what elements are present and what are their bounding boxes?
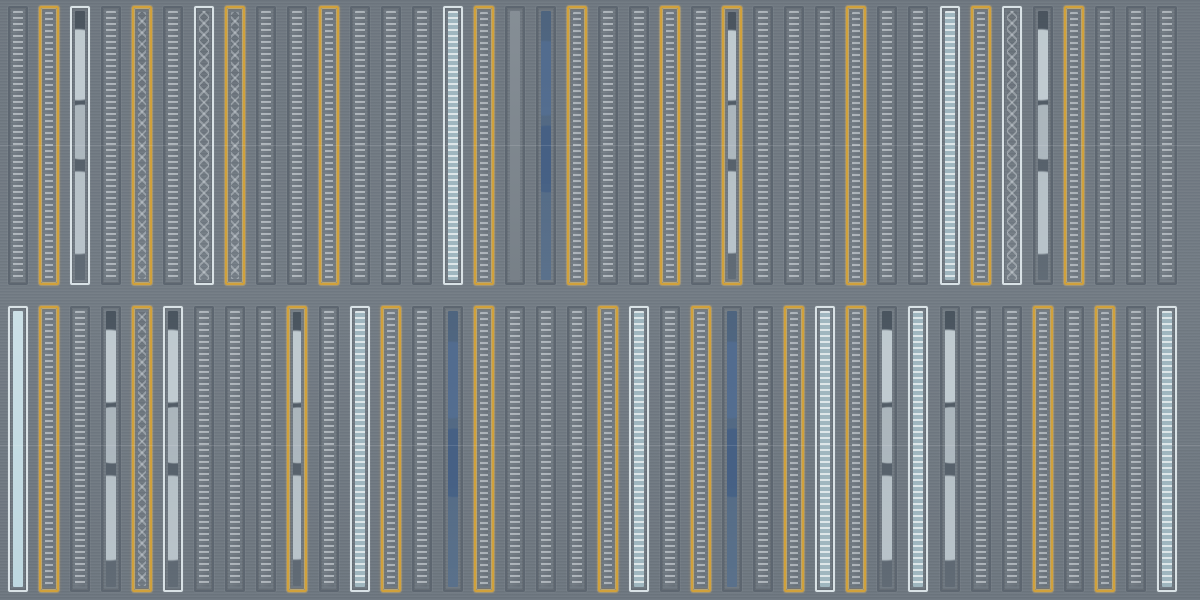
band-divider bbox=[0, 145, 1200, 146]
bottom-band-strip-37 bbox=[1126, 306, 1146, 592]
bottom-band-strip-12 bbox=[350, 306, 370, 592]
bottom-band-strip-5 bbox=[132, 306, 152, 592]
gold-sparkle bbox=[476, 308, 492, 590]
bottom-band-strip-34 bbox=[1033, 306, 1053, 592]
band-divider bbox=[0, 445, 1200, 446]
gold-sparkle bbox=[41, 308, 57, 590]
bottom-band-strip-10 bbox=[287, 306, 307, 592]
gold-sparkle bbox=[383, 308, 399, 590]
bottom-band-strip-29 bbox=[877, 306, 897, 592]
bottom-band-strip-35 bbox=[1064, 306, 1084, 592]
bottom-band-strip-36 bbox=[1095, 306, 1115, 592]
bottom-band-strip-27 bbox=[815, 306, 835, 592]
bottom-band-strip-30 bbox=[908, 306, 928, 592]
gold-sparkle bbox=[134, 308, 150, 590]
bottom-band-strip-26 bbox=[784, 306, 804, 592]
gold-sparkle bbox=[1035, 308, 1051, 590]
gold-sparkle bbox=[600, 308, 616, 590]
bottom-band-strip-3 bbox=[70, 306, 90, 592]
bottom-band-strip-6 bbox=[163, 306, 183, 592]
gold-sparkle bbox=[693, 308, 709, 590]
bottom-band-strip-25 bbox=[753, 306, 773, 592]
gold-sparkle bbox=[289, 308, 305, 590]
bottom-band-strip-20 bbox=[598, 306, 618, 592]
bottom-band-strip-18 bbox=[536, 306, 556, 592]
bottom-band-strip-16 bbox=[474, 306, 494, 592]
bottom-band-strip-28 bbox=[846, 306, 866, 592]
bottom-band-strip-19 bbox=[567, 306, 587, 592]
bottom-band-strip-24 bbox=[722, 306, 742, 592]
decorative-tile bbox=[0, 0, 1200, 600]
bottom-band-strip-22 bbox=[660, 306, 680, 592]
bottom-band-strip-7 bbox=[194, 306, 214, 592]
bottom-band-strip-31 bbox=[940, 306, 960, 592]
bottom-band-strip-4 bbox=[101, 306, 121, 592]
bottom-band-strip-17 bbox=[505, 306, 525, 592]
bottom-band-strip-8 bbox=[225, 306, 245, 592]
bottom-band-strip-33 bbox=[1002, 306, 1022, 592]
bottom-band-strip-11 bbox=[319, 306, 339, 592]
bottom-band-strip-15 bbox=[443, 306, 463, 592]
gold-sparkle bbox=[1097, 308, 1113, 590]
bottom-band-strip-2 bbox=[39, 306, 59, 592]
bottom-band-strip-1 bbox=[8, 306, 28, 592]
bottom-band-strip-14 bbox=[412, 306, 432, 592]
bottom-band-strip-13 bbox=[381, 306, 401, 592]
gold-sparkle bbox=[786, 308, 802, 590]
gold-sparkle bbox=[848, 308, 864, 590]
bottom-band-strip-9 bbox=[256, 306, 276, 592]
bottom-band-strip-32 bbox=[971, 306, 991, 592]
bottom-band-strip-23 bbox=[691, 306, 711, 592]
bottom-band-strip-21 bbox=[629, 306, 649, 592]
bottom-band-strip-38 bbox=[1157, 306, 1177, 592]
